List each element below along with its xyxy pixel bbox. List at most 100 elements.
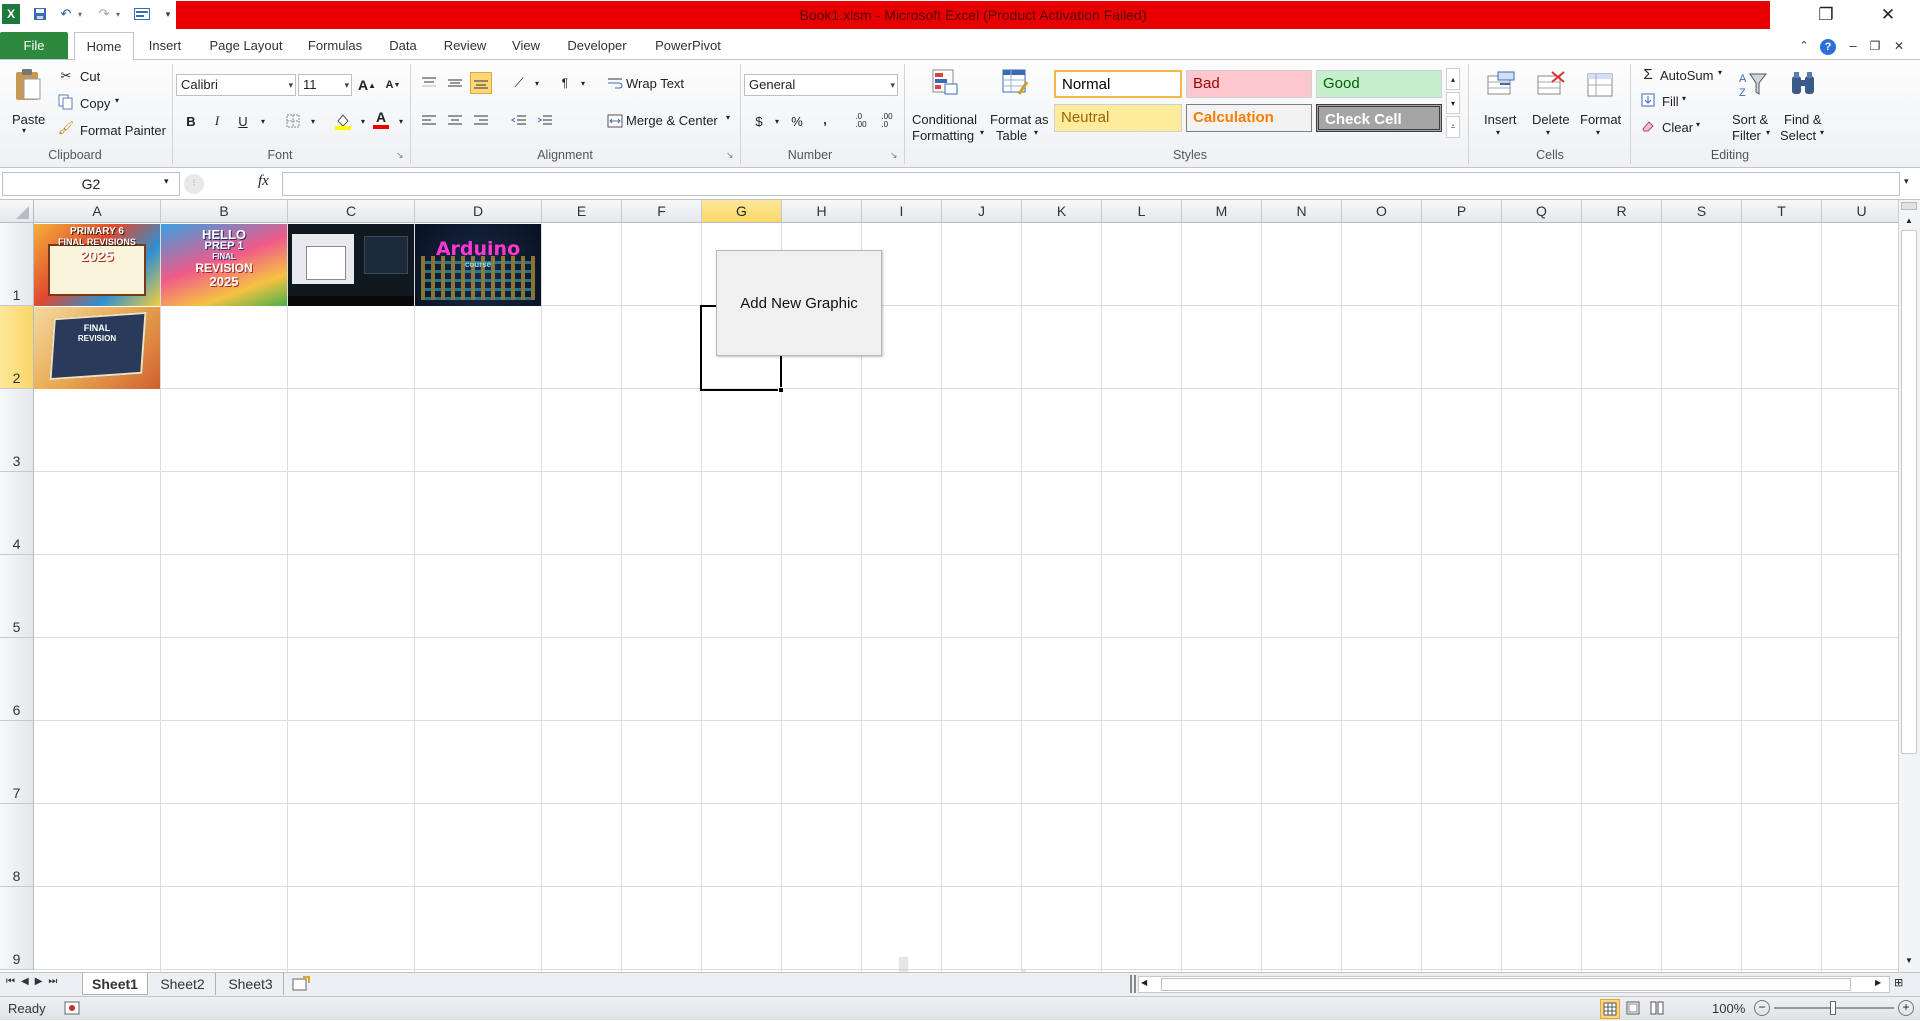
column-header-j[interactable]: J [942, 200, 1022, 223]
minimize-ribbon-icon[interactable]: ⌃ [1796, 32, 1812, 60]
delete-cells-icon[interactable] [1534, 68, 1568, 102]
row-header-4[interactable]: 4 [0, 472, 34, 555]
normal-view-icon[interactable] [1600, 999, 1620, 1019]
align-left-icon[interactable] [418, 110, 440, 132]
column-header-m[interactable]: M [1182, 200, 1262, 223]
zoom-level[interactable]: 100% [1712, 1001, 1745, 1016]
underline-dropdown-icon[interactable]: ▾ [252, 110, 274, 132]
bold-button[interactable]: B [180, 110, 202, 132]
format-painter-icon[interactable]: 🖌 [58, 120, 75, 136]
split-horizontal-icon[interactable]: ⊞ [1894, 976, 1903, 989]
zoom-in-icon[interactable]: + [1898, 1000, 1914, 1016]
column-header-r[interactable]: R [1582, 200, 1662, 223]
copy-dropdown-icon[interactable]: ▾ [115, 96, 119, 105]
tab-powerpivot[interactable]: PowerPivot [646, 32, 730, 60]
format-as-table-icon[interactable] [1000, 68, 1030, 96]
hscroll-thumb[interactable] [1161, 978, 1851, 991]
row-header-6[interactable]: 6 [0, 638, 34, 721]
number-dialog-launcher-icon[interactable]: ↘ [890, 150, 898, 161]
column-header-i[interactable]: I [862, 200, 942, 223]
row-header-9[interactable]: 9 [0, 887, 34, 970]
tab-review[interactable]: Review [436, 32, 494, 60]
sort-filter-line1[interactable]: Sort & [1732, 112, 1768, 127]
image-arduino-course[interactable]: Arduino course [415, 224, 541, 306]
merge-center-button[interactable]: Merge & Center [626, 113, 718, 128]
wrap-text-button[interactable]: Wrap Text [626, 76, 684, 91]
autosum-button[interactable]: AutoSum [1660, 68, 1713, 83]
format-as-table-dropdown-icon[interactable]: ▾ [1034, 128, 1038, 137]
format-as-table-line1[interactable]: Format as [990, 112, 1049, 127]
column-header-g[interactable]: G [702, 200, 782, 223]
autosum-icon[interactable]: Σ [1640, 66, 1656, 83]
scroll-right-icon[interactable]: ▶ [1875, 978, 1881, 987]
paste-dropdown-icon[interactable]: ▾ [22, 126, 26, 135]
scroll-up-icon[interactable]: ▲ [1899, 214, 1919, 228]
sheet-tab-sheet3[interactable]: Sheet3 [218, 973, 284, 995]
format-painter-button[interactable]: Format Painter [80, 123, 166, 138]
copy-icon[interactable] [58, 94, 74, 110]
align-middle-icon[interactable] [444, 72, 466, 94]
form-icon[interactable] [132, 4, 152, 24]
page-break-view-icon[interactable] [1648, 999, 1668, 1019]
paste-button[interactable]: Paste [12, 112, 45, 127]
column-header-c[interactable]: C [288, 200, 415, 223]
font-name-combo[interactable]: Calibri ▾ [176, 74, 296, 96]
alignment-dialog-launcher-icon[interactable]: ↘ [726, 150, 734, 161]
tab-developer[interactable]: Developer [558, 32, 636, 60]
format-cells-icon[interactable] [1584, 68, 1618, 102]
styles-scroll-down-icon[interactable]: ▾ [1446, 92, 1460, 114]
copy-button[interactable]: Copy [80, 96, 110, 111]
style-normal[interactable]: Normal [1054, 70, 1182, 98]
borders-icon[interactable] [282, 110, 304, 132]
conditional-formatting-line1[interactable]: Conditional [912, 112, 977, 127]
insert-dropdown-icon[interactable]: ▾ [1496, 128, 1500, 137]
image-screenshot[interactable] [288, 224, 414, 306]
excel-logo-icon[interactable]: X [2, 4, 20, 24]
conditional-formatting-dropdown-icon[interactable]: ▾ [980, 128, 984, 137]
wb-restore-icon[interactable]: ❐ [1866, 32, 1884, 60]
styles-more-icon[interactable]: ⩡ [1446, 116, 1460, 138]
vertical-scrollbar[interactable]: ▲ ▼ [1898, 200, 1920, 972]
style-calculation[interactable]: Calculation [1186, 104, 1312, 132]
horizontal-scrollbar[interactable]: ◀ ▶ [1138, 976, 1890, 993]
sheet-tab-sheet2[interactable]: Sheet2 [150, 973, 216, 995]
style-bad[interactable]: Bad [1186, 70, 1312, 98]
format-dropdown-icon[interactable]: ▾ [1596, 128, 1600, 137]
paste-icon[interactable] [12, 66, 44, 104]
column-header-b[interactable]: B [161, 200, 288, 223]
image-primary6-revision[interactable]: PRIMARY 6 FINAL REVISIONS 2025 [34, 224, 160, 306]
column-header-n[interactable]: N [1262, 200, 1342, 223]
font-size-combo[interactable]: 11 ▾ [298, 74, 352, 96]
text-direction-dropdown-icon[interactable]: ▾ [572, 72, 594, 94]
zoom-slider-thumb[interactable] [1830, 1001, 1836, 1015]
clear-dropdown-icon[interactable]: ▾ [1696, 120, 1700, 129]
formula-bar-expand-icon[interactable]: ⁝ [184, 174, 204, 194]
borders-dropdown-icon[interactable]: ▾ [302, 110, 324, 132]
align-right-icon[interactable] [470, 110, 492, 132]
name-box[interactable]: G2 [2, 172, 180, 196]
percent-button[interactable]: % [786, 110, 808, 132]
undo-dropdown-icon[interactable]: ▾ [70, 4, 90, 24]
macro-record-icon[interactable] [64, 1001, 80, 1015]
name-box-dropdown-icon[interactable]: ▾ [164, 176, 169, 187]
style-neutral[interactable]: Neutral [1054, 104, 1182, 132]
image-prep1-revision[interactable]: HELLO PREP 1 FINAL REVISION 2025 [161, 224, 287, 306]
scroll-thumb[interactable] [1901, 230, 1917, 754]
scroll-down-icon[interactable]: ▼ [1899, 954, 1919, 968]
split-box[interactable] [1901, 202, 1917, 210]
wb-close-icon[interactable]: ✕ [1890, 32, 1908, 60]
insert-cells-button[interactable]: Insert [1484, 112, 1517, 127]
align-bottom-icon[interactable] [470, 72, 492, 94]
tab-page-layout[interactable]: Page Layout [200, 32, 292, 60]
column-header-f[interactable]: F [622, 200, 702, 223]
tab-insert[interactable]: Insert [140, 32, 190, 60]
insert-cells-icon[interactable] [1484, 68, 1518, 102]
image-final-revision-book[interactable]: FINAL REVISION [34, 307, 160, 389]
tab-file[interactable]: File [0, 32, 68, 59]
column-header-s[interactable]: S [1662, 200, 1742, 223]
formula-bar-expand-down-icon[interactable]: ▾ [1904, 176, 1909, 187]
column-header-a[interactable]: A [34, 200, 161, 223]
tab-formulas[interactable]: Formulas [300, 32, 370, 60]
row-header-3[interactable]: 3 [0, 389, 34, 472]
add-new-graphic-button[interactable]: Add New Graphic [716, 250, 882, 356]
